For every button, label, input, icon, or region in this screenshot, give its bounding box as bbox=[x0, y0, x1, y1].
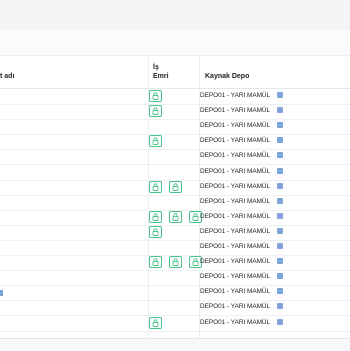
lock-icon[interactable] bbox=[169, 210, 182, 223]
source-warehouse-cell: DEPO01 - YARI MAMÜL bbox=[200, 227, 271, 235]
table-row[interactable]: DEPO01 - YARI MAMÜL bbox=[0, 285, 350, 302]
lock-icon[interactable] bbox=[149, 105, 162, 118]
table-row[interactable]: DEPO01 - YARI MAMÜL bbox=[0, 255, 350, 272]
lock-icon[interactable] bbox=[149, 225, 162, 238]
lock-icon[interactable] bbox=[149, 90, 162, 102]
info-icon[interactable] bbox=[277, 273, 283, 280]
info-icon[interactable] bbox=[277, 303, 283, 310]
source-warehouse-cell: DEPO01 - YARI MAMÜL bbox=[200, 258, 271, 266]
source-warehouse-cell: DEPO01 - YARI MAMÜL bbox=[200, 167, 271, 175]
info-icon[interactable] bbox=[277, 107, 283, 114]
source-warehouse-cell: DEPO01 - YARI MAMÜL bbox=[200, 243, 271, 250]
info-icon[interactable] bbox=[277, 318, 283, 325]
column-header-work-order[interactable]: İş Emri bbox=[153, 63, 177, 81]
info-icon[interactable] bbox=[277, 152, 283, 159]
info-icon[interactable] bbox=[277, 167, 283, 174]
table-row[interactable]: DEPO01 - YARI MAMÜL bbox=[0, 104, 350, 121]
info-icon[interactable] bbox=[277, 243, 283, 249]
table-row[interactable]: DEPO01 - YARI MAMÜL bbox=[0, 210, 350, 226]
lock-icon[interactable] bbox=[169, 256, 182, 269]
work-order-label-line2: Emri bbox=[153, 73, 169, 80]
table-row[interactable]: DEPO01 - YARI MAMÜL bbox=[0, 165, 350, 181]
source-warehouse-cell: DEPO01 - YARI MAMÜL bbox=[200, 152, 271, 160]
top-toolbar bbox=[0, 0, 350, 31]
table-row[interactable]: DEPO01 - YARI MAMÜL bbox=[0, 195, 350, 211]
lock-icon[interactable] bbox=[149, 210, 162, 223]
info-icon[interactable] bbox=[277, 212, 283, 219]
info-icon[interactable] bbox=[277, 258, 283, 265]
table-row[interactable]: DEPO01 - YARI MAMÜL bbox=[0, 134, 350, 151]
work-order-label-line1: İş bbox=[153, 64, 159, 71]
info-icon[interactable] bbox=[0, 290, 3, 296]
info-icon[interactable] bbox=[277, 122, 283, 129]
table-row[interactable]: DEPO01 - YARI MAMÜL bbox=[0, 270, 350, 287]
table-row[interactable]: DEPO01 - YARI MAMÜL bbox=[0, 149, 350, 166]
lock-icon[interactable] bbox=[149, 135, 162, 148]
source-warehouse-cell: DEPO01 - YARI MAMÜL bbox=[200, 197, 271, 205]
info-icon[interactable] bbox=[277, 197, 283, 204]
table-row[interactable]: DEPO01 - YARI MAMÜL bbox=[0, 240, 350, 256]
table-footer bbox=[0, 338, 350, 351]
source-warehouse-cell: DEPO01 - YARI MAMÜL bbox=[200, 137, 271, 145]
source-warehouse-cell: DEPO01 - YARI MAMÜL bbox=[200, 92, 271, 99]
lock-icon[interactable] bbox=[149, 180, 162, 193]
source-warehouse-cell: DEPO01 - YARI MAMÜL bbox=[200, 288, 271, 296]
table-row[interactable]: DEPO01 - YARI MAMÜL bbox=[0, 316, 350, 332]
lock-icon[interactable] bbox=[169, 180, 182, 193]
source-warehouse-cell: DEPO01 - YARI MAMÜL bbox=[200, 182, 271, 190]
lock-icon[interactable] bbox=[149, 316, 162, 329]
source-warehouse-cell: DEPO01 - YARI MAMÜL bbox=[200, 212, 271, 220]
filter-strip bbox=[0, 30, 350, 56]
lock-icon[interactable] bbox=[149, 256, 162, 269]
column-header-name[interactable]: t adı bbox=[0, 73, 14, 80]
table-row[interactable]: DEPO01 - YARI MAMÜL bbox=[0, 89, 350, 105]
info-icon[interactable] bbox=[277, 92, 283, 98]
table-row[interactable]: DEPO01 - YARI MAMÜL bbox=[0, 225, 350, 241]
table-row[interactable]: DEPO01 - YARI MAMÜL bbox=[0, 119, 350, 136]
info-icon[interactable] bbox=[277, 182, 283, 189]
column-header-source-warehouse[interactable]: Kaynak Depo bbox=[205, 73, 249, 80]
source-warehouse-cell: DEPO01 - YARI MAMÜL bbox=[200, 303, 271, 311]
table-row[interactable]: DEPO01 - YARI MAMÜL bbox=[0, 180, 350, 196]
table-row[interactable]: DEPO01 - YARI MAMÜL bbox=[0, 300, 350, 317]
source-warehouse-cell: DEPO01 - YARI MAMÜL bbox=[200, 107, 271, 115]
info-icon[interactable] bbox=[277, 137, 283, 144]
source-warehouse-cell: DEPO01 - YARI MAMÜL bbox=[200, 273, 271, 281]
info-icon[interactable] bbox=[277, 288, 283, 295]
source-warehouse-cell: DEPO01 - YARI MAMÜL bbox=[200, 318, 271, 326]
info-icon[interactable] bbox=[277, 227, 283, 234]
source-warehouse-cell: DEPO01 - YARI MAMÜL bbox=[200, 122, 271, 130]
